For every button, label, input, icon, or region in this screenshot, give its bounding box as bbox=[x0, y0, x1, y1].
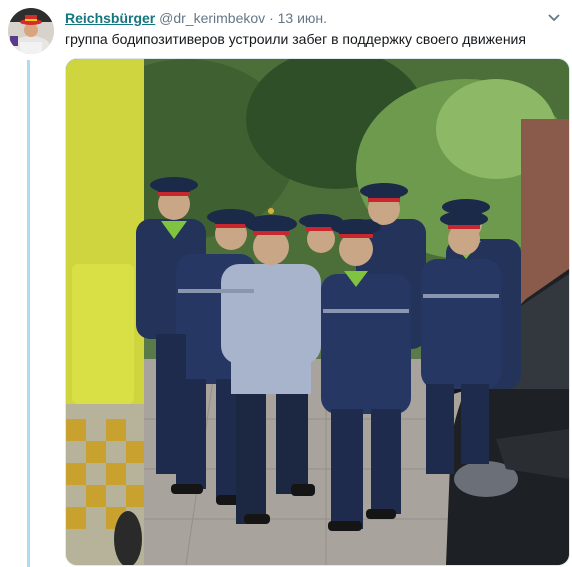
tweet-date[interactable]: 13 июн. bbox=[278, 10, 327, 26]
chevron-down-icon[interactable] bbox=[546, 10, 562, 26]
avatar[interactable] bbox=[8, 8, 54, 54]
author-name[interactable]: Reichsbürger bbox=[65, 10, 155, 26]
avatar-photo bbox=[8, 8, 54, 54]
tweet-text: группа бодипозитиверов устроили забег в … bbox=[65, 31, 526, 47]
tweet-photo[interactable] bbox=[65, 58, 570, 566]
tweet-header: Reichsbürger @dr_kerimbekov · 13 июн. bbox=[65, 9, 542, 29]
thread-line bbox=[27, 60, 30, 567]
separator-dot: · bbox=[269, 10, 274, 26]
author-handle[interactable]: @dr_kerimbekov bbox=[159, 10, 265, 26]
photo-running-officers bbox=[66, 59, 569, 565]
